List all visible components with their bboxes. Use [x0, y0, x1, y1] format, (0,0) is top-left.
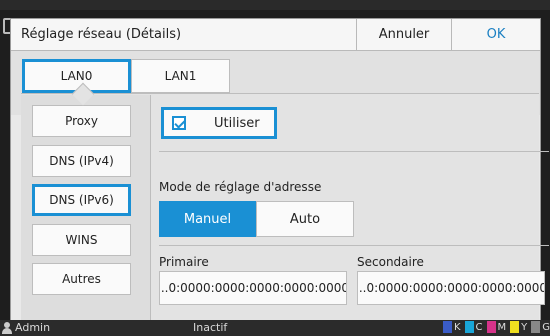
ink-label: M	[497, 321, 507, 333]
ink-label: Y	[521, 321, 528, 333]
user-indicator: Admin	[2, 321, 50, 334]
ink-bar	[442, 321, 452, 333]
sidebar-item-dns-ipv6[interactable]: DNS (IPv6)	[32, 184, 131, 216]
dialog-title: Réglage réseau (Détails)	[21, 27, 182, 42]
ink-bar	[486, 321, 496, 333]
address-mode-label: Mode de réglage d'adresse	[159, 180, 322, 194]
ink-m: M	[486, 321, 507, 333]
ink-levels: K C M Y G	[442, 321, 550, 333]
sidebar: Proxy DNS (IPv4) DNS (IPv6) WINS Autres	[21, 95, 151, 322]
secondary-dns-field[interactable]: ...0:0000:0000:0000:0000:0000	[357, 271, 545, 305]
tab-lan1[interactable]: LAN1	[131, 59, 230, 93]
divider	[159, 245, 549, 246]
settings-panel: Proxy DNS (IPv4) DNS (IPv6) WINS Autres …	[21, 93, 549, 322]
ink-g: G	[531, 321, 550, 333]
use-label: Utiliser	[214, 115, 260, 131]
divider	[159, 151, 549, 152]
user-name: Admin	[15, 321, 51, 334]
sidebar-item-proxy[interactable]: Proxy	[32, 105, 131, 137]
ink-bar	[531, 321, 541, 333]
ink-label: G	[542, 321, 550, 333]
ink-bar	[464, 321, 474, 333]
ink-bar	[510, 321, 520, 333]
user-icon	[2, 321, 12, 334]
sidebar-item-autres[interactable]: Autres	[32, 263, 131, 295]
machine-state: Inactif	[193, 321, 228, 334]
background-strip	[0, 0, 550, 10]
ok-button[interactable]: OK	[451, 19, 540, 50]
ink-label: C	[475, 321, 483, 333]
use-toggle[interactable]: Utiliser	[161, 107, 277, 139]
cancel-button[interactable]: Annuler	[356, 19, 451, 50]
mode-auto-button[interactable]: Auto	[256, 201, 354, 237]
ink-y: Y	[510, 321, 527, 333]
ink-c: C	[464, 321, 483, 333]
checkbox-checked-icon	[172, 116, 186, 130]
ink-k: K	[442, 321, 461, 333]
network-settings-dialog: Réglage réseau (Détails) Annuler OK LAN0…	[10, 18, 549, 322]
ink-label: K	[453, 321, 461, 333]
mode-manual-button[interactable]: Manuel	[159, 201, 256, 237]
primary-dns-field[interactable]: ...0:0000:0000:0000:0000:0000	[159, 271, 347, 305]
sidebar-item-dns-ipv4[interactable]: DNS (IPv4)	[32, 145, 131, 177]
sidebar-item-wins[interactable]: WINS	[32, 224, 131, 256]
dns-ipv6-content: Utiliser Mode de réglage d'adresse Manue…	[151, 95, 549, 322]
secondary-label: Secondaire	[357, 255, 424, 269]
dialog-header: Réglage réseau (Détails) Annuler OK	[11, 19, 540, 51]
primary-label: Primaire	[159, 255, 209, 269]
status-bar: Admin Inactif K C M Y G	[0, 320, 550, 336]
